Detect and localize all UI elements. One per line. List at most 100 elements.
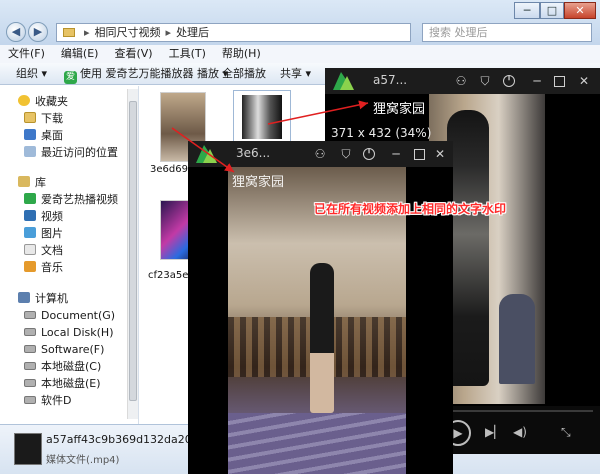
- minimize-button[interactable]: ─: [529, 73, 545, 89]
- sidebar-computer[interactable]: 计算机: [18, 291, 68, 307]
- sidebar-item-music[interactable]: 音乐: [24, 260, 63, 276]
- sidebar-item-desktop[interactable]: 桌面: [24, 128, 63, 144]
- sidebar-libraries[interactable]: 库: [18, 175, 46, 191]
- close-button[interactable]: ✕: [564, 2, 596, 19]
- share-label: 共享: [280, 67, 302, 80]
- sidebar-label: 收藏夹: [35, 95, 68, 108]
- sidebar-label: 计算机: [35, 292, 68, 305]
- address-bar[interactable]: ▸ 相同尺寸视频 ▸ 处理后: [56, 23, 411, 42]
- play-with-button[interactable]: 爱使用 爱奇艺万能播放器 播放 ▾: [64, 63, 228, 85]
- player-titlebar: a57... ⚇ ⛉ ╹ ─ ✕: [325, 68, 600, 94]
- maximize-button[interactable]: □: [540, 2, 564, 19]
- documents-icon: [24, 244, 36, 255]
- menu-view[interactable]: 查看(V): [114, 45, 152, 63]
- file-preview-icon: [14, 433, 42, 465]
- next-button[interactable]: ▶▏: [485, 425, 503, 439]
- sidebar-drive-f[interactable]: Software(F): [24, 342, 104, 358]
- sidebar-label: 桌面: [41, 129, 63, 142]
- downloads-folder-icon: [24, 112, 36, 123]
- shirt-icon[interactable]: ⛉: [477, 73, 493, 89]
- speed-icon[interactable]: ⚇: [453, 73, 469, 89]
- breadcrumb-current[interactable]: 处理后: [176, 26, 209, 39]
- sidebar-label: 爱奇艺热播视频: [41, 193, 118, 206]
- video-subject-figure: [310, 263, 334, 413]
- forward-button[interactable]: ▶: [28, 22, 48, 42]
- sidebar-label: 最近访问的位置: [41, 146, 118, 159]
- sidebar-label: 图片: [41, 227, 63, 240]
- sidebar-drive-c[interactable]: 本地磁盘(C): [24, 359, 101, 375]
- video-staircase: [228, 413, 406, 474]
- sidebar-drive-h[interactable]: Local Disk(H): [24, 325, 114, 341]
- sidebar-label: 视频: [41, 210, 63, 223]
- recent-places-icon: [24, 146, 36, 157]
- close-button[interactable]: ✕: [432, 146, 448, 162]
- close-button[interactable]: ✕: [576, 73, 592, 89]
- breadcrumb-parent[interactable]: 相同尺寸视频: [95, 26, 161, 39]
- clock-icon[interactable]: ╹: [503, 75, 515, 87]
- sidebar-item-downloads[interactable]: 下载: [24, 111, 63, 127]
- menu-bar: 文件(F) 编辑(E) 查看(V) 工具(T) 帮助(H): [0, 45, 600, 63]
- folder-icon: [63, 28, 75, 37]
- volume-icon[interactable]: ◀): [513, 425, 527, 439]
- sidebar-favorites[interactable]: 收藏夹: [18, 94, 68, 110]
- computer-icon: [18, 292, 30, 303]
- video-library-icon: [24, 210, 36, 221]
- thumbnail-image: [242, 95, 282, 139]
- shirt-icon[interactable]: ⛉: [338, 146, 354, 162]
- menu-tools[interactable]: 工具(T): [169, 45, 206, 63]
- sidebar-drive-g[interactable]: Document(G): [24, 308, 115, 324]
- drive-icon: [24, 328, 36, 336]
- sidebar-label: 文档: [41, 244, 63, 257]
- video-background-person: [499, 294, 535, 384]
- explorer-titlebar: ◀ ▶ ▸ 相同尺寸视频 ▸ 处理后 搜索 处理后 ─ □ ✕: [0, 0, 600, 45]
- minimize-button[interactable]: ─: [514, 2, 540, 19]
- fullscreen-icon[interactable]: ⤡: [561, 425, 571, 440]
- drive-icon: [24, 345, 36, 353]
- selected-video-thumbnail[interactable]: [233, 90, 291, 144]
- sidebar-scrollbar[interactable]: [127, 89, 138, 419]
- play-with-label: 使用 爱奇艺万能播放器 播放: [80, 67, 219, 80]
- sidebar-label: Software(F): [41, 343, 105, 356]
- maximize-button[interactable]: [414, 149, 425, 160]
- video-watermark-text: 狸窝家园: [232, 175, 285, 190]
- minimize-button[interactable]: ─: [388, 146, 404, 162]
- star-icon: [18, 95, 30, 106]
- sidebar-drive-e[interactable]: 本地磁盘(E): [24, 376, 101, 392]
- play-all-button[interactable]: 全部播放: [222, 63, 266, 85]
- drive-icon: [24, 362, 36, 370]
- sidebar-label: 本地磁盘(C): [41, 360, 102, 373]
- sidebar-label: 音乐: [41, 261, 63, 274]
- sidebar-item-documents[interactable]: 文档: [24, 243, 63, 259]
- sidebar-item-recent[interactable]: 最近访问的位置: [24, 145, 118, 161]
- sidebar-item-pictures[interactable]: 图片: [24, 226, 63, 242]
- sidebar-item-videos[interactable]: 视频: [24, 209, 63, 225]
- sidebar-drive-d[interactable]: 软件D: [24, 393, 71, 409]
- player-title: a57...: [373, 73, 408, 87]
- sidebar-label: Local Disk(H): [41, 326, 114, 339]
- search-placeholder: 搜索 处理后: [429, 26, 488, 39]
- chevron-right-icon: ▸: [84, 26, 90, 39]
- clock-icon[interactable]: ╹: [363, 148, 375, 160]
- menu-help[interactable]: 帮助(H): [222, 45, 261, 63]
- maximize-button[interactable]: [554, 76, 565, 87]
- pictures-icon: [24, 227, 36, 238]
- search-input[interactable]: 搜索 处理后: [422, 23, 592, 42]
- organize-label: 组织: [16, 67, 38, 80]
- sidebar-item-iqiyi-videos[interactable]: 爱奇艺热播视频: [24, 192, 118, 208]
- navigation-pane: 收藏夹 下载 桌面 最近访问的位置 库 爱奇艺热播视频 视频 图片 文档 音乐 …: [0, 86, 139, 424]
- sidebar-label: 本地磁盘(E): [41, 377, 101, 390]
- menu-edit[interactable]: 编辑(E): [61, 45, 99, 63]
- video-player-window-front: 3e6... ⚇ ⛉ ╹ ─ ✕ 狸窝家园: [188, 141, 453, 474]
- scrollbar-thumb[interactable]: [129, 101, 137, 401]
- library-icon: [18, 176, 30, 187]
- video-watermark-text: 狸窝家园: [373, 102, 426, 117]
- drive-icon: [24, 379, 36, 387]
- player-title: 3e6...: [236, 146, 271, 160]
- organize-button[interactable]: 组织 ▾: [16, 63, 47, 85]
- menu-file[interactable]: 文件(F): [8, 45, 45, 63]
- iqiyi-icon: 爱: [64, 71, 77, 84]
- details-file-type: 媒体文件(.mp4): [46, 455, 120, 466]
- speed-icon[interactable]: ⚇: [312, 146, 328, 162]
- back-button[interactable]: ◀: [6, 22, 26, 42]
- share-button[interactable]: 共享 ▾: [280, 63, 311, 85]
